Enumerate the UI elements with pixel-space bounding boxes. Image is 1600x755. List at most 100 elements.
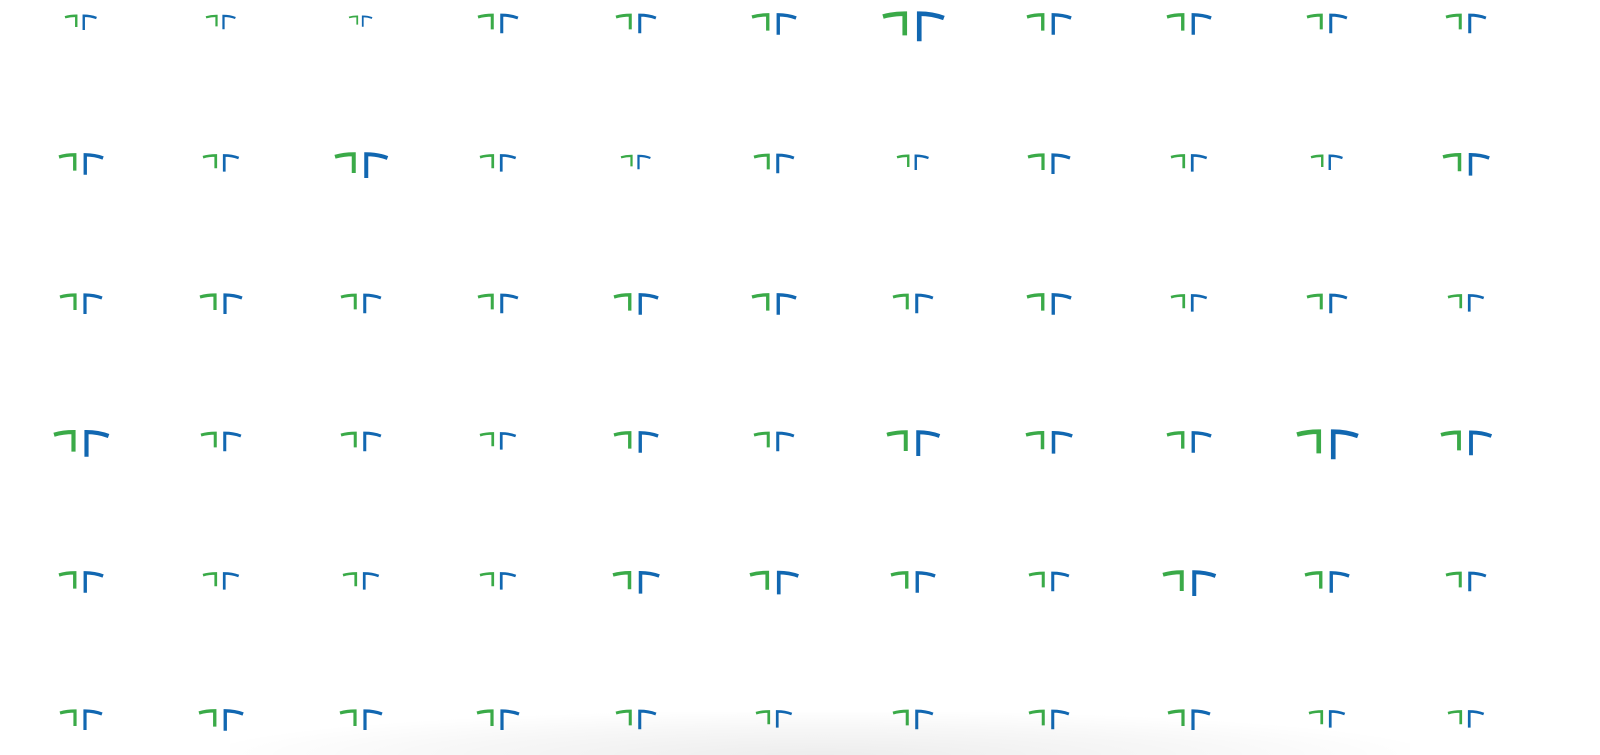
logo-left-stroke [1025, 430, 1045, 450]
logo-right-stroke [499, 154, 517, 172]
logo-mark-icon-r4-c8 [1025, 430, 1073, 454]
logo-mark-icon-r5-c5 [612, 570, 660, 594]
logo-mark-icon-r4-c1 [53, 430, 110, 457]
logo-right-stroke [1190, 294, 1208, 312]
logo-right-stroke [222, 14, 236, 30]
logo-mark-icon-r2-c4 [479, 154, 517, 172]
logo-left-stroke [751, 293, 770, 311]
logo-left-stroke [755, 710, 771, 725]
logo-mark-icon-r6-c10 [1308, 710, 1346, 728]
logo-mark-icon-r1-c8 [1026, 13, 1072, 35]
logo-mark-icon-r4-c2 [200, 431, 242, 452]
logo-mark-icon-r1-c3 [348, 15, 373, 27]
logo-right-stroke [1328, 710, 1346, 728]
logo-mark-icon-r3-c6 [751, 293, 797, 315]
logo-right-stroke [1468, 571, 1487, 592]
logo-left-stroke [1308, 710, 1324, 725]
logo-right-stroke [1329, 571, 1350, 593]
logo-left-stroke [334, 152, 356, 173]
logo-right-stroke [1468, 13, 1487, 34]
logo-right-stroke [1469, 430, 1493, 456]
logo-right-stroke [776, 293, 797, 315]
logo-mark-icon-r3-c10 [1306, 293, 1348, 314]
logo-right-stroke [500, 293, 519, 314]
logo-right-stroke [361, 15, 373, 27]
logo-right-stroke [363, 293, 382, 314]
logo-right-stroke [916, 430, 941, 456]
logo-right-stroke [915, 571, 936, 593]
logo-right-stroke [1468, 152, 1490, 176]
logo-mark-icon-r5-c2 [202, 572, 240, 590]
logo-left-stroke [1166, 431, 1185, 449]
logo-left-stroke [1304, 571, 1323, 589]
logo-left-stroke [476, 709, 494, 726]
logo-left-stroke [1445, 571, 1462, 588]
logo-mark-icon-r3-c7 [892, 293, 934, 314]
logo-right-stroke [363, 431, 382, 452]
logo-left-stroke [1310, 154, 1324, 167]
logo-mark-icon-r3-c9 [1170, 294, 1208, 312]
logo-mark-icon-r6-c5 [615, 709, 657, 730]
logo-left-stroke [477, 13, 494, 30]
logo-mark-icon-r3-c2 [199, 293, 243, 314]
logo-right-stroke [364, 152, 389, 178]
logo-mark-icon-r5-c8 [1028, 571, 1070, 592]
logo-right-stroke [1051, 709, 1070, 730]
logo-mark-icon-r1-c6 [751, 13, 797, 35]
logo-right-stroke [500, 13, 519, 34]
logo-mark-icon-r6-c3 [339, 709, 383, 730]
logo-mark-icon-r3-c11 [1447, 294, 1485, 312]
logo-right-stroke [83, 571, 104, 593]
logo-left-stroke [613, 431, 632, 449]
logo-left-stroke [479, 572, 495, 587]
logo-left-stroke [1026, 293, 1045, 311]
logo-right-stroke [776, 13, 797, 35]
logo-left-stroke [613, 293, 632, 311]
logo-left-stroke [479, 432, 495, 447]
logo-right-stroke [1191, 709, 1211, 730]
logo-mark-icon-r5-c6 [749, 570, 799, 595]
logo-right-stroke [1192, 570, 1217, 596]
logo-left-stroke [202, 154, 218, 169]
logo-mark-icon-r1-c9 [1166, 13, 1212, 35]
logo-right-stroke [1051, 430, 1073, 454]
logo-mark-icon-r6-c11 [1447, 710, 1485, 728]
logo-mark-icon-r2-c2 [202, 154, 240, 172]
logo-right-stroke [83, 153, 104, 175]
logo-left-stroke [348, 15, 359, 25]
logo-mark-icon-r4-c3 [340, 431, 382, 452]
logo-right-stroke [638, 293, 659, 315]
logo-left-stroke [1162, 570, 1184, 591]
logo-right-stroke [1051, 153, 1071, 174]
logo-right-stroke [1190, 154, 1208, 172]
logo-left-stroke [1027, 153, 1045, 170]
logo-left-stroke [892, 709, 909, 726]
logo-right-stroke [1330, 429, 1359, 460]
logo-left-stroke [612, 570, 632, 590]
logo-mark-icon-r1-c11 [1445, 13, 1487, 34]
logo-mark-icon-r3-c1 [59, 293, 103, 314]
logo-mark-icon-r4-c10 [1296, 429, 1359, 460]
logo-mark-icon-r2-c10 [1310, 154, 1343, 170]
logo-right-stroke [1328, 154, 1343, 170]
logo-left-stroke [1440, 430, 1461, 451]
logo-right-stroke [84, 430, 110, 457]
logo-mark-icon-r4-c6 [753, 431, 795, 452]
logo-left-stroke [53, 430, 76, 452]
logo-left-stroke [615, 709, 632, 726]
logo-left-stroke [202, 572, 218, 587]
logo-right-stroke [222, 154, 240, 172]
logo-mark-icon-r1-c2 [205, 14, 236, 30]
logo-mark-icon-r6-c9 [1167, 709, 1211, 730]
logo-right-stroke [1051, 293, 1072, 315]
logo-right-stroke [499, 432, 517, 450]
logo-left-stroke [615, 13, 632, 30]
logo-right-stroke [775, 710, 793, 728]
logo-right-stroke [637, 154, 651, 170]
logo-right-stroke [776, 153, 795, 174]
logo-pattern-grid [53, 11, 1493, 731]
logo-left-stroke [64, 14, 78, 27]
logo-left-stroke [753, 153, 770, 170]
logo-left-stroke [1296, 429, 1322, 454]
logo-mark-icon-r5-c7 [890, 571, 936, 593]
